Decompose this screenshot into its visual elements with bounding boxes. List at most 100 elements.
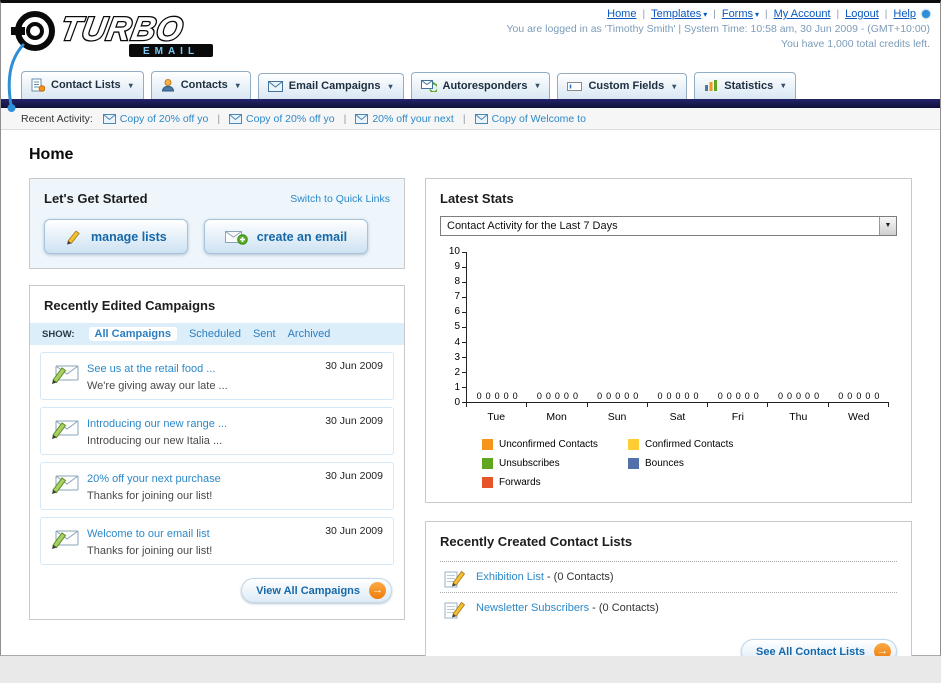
contact-lists-panel-title: Recently Created Contact Lists xyxy=(440,534,633,549)
campaign-title-link[interactable]: Introducing our new range ... xyxy=(87,418,227,430)
x-tick-label: Mon xyxy=(546,411,567,423)
y-tick-label: 3 xyxy=(440,352,466,363)
top-link-forms[interactable]: Forms ▾ xyxy=(722,8,759,20)
main-content: Home Let's Get Started Switch to Quick L… xyxy=(1,130,940,681)
recent-activity-label: Recent Activity: xyxy=(21,112,93,125)
chevron-down-icon: ▾ xyxy=(388,81,393,91)
tab-autoresponders[interactable]: Autoresponders ▾ xyxy=(410,72,551,99)
campaign-filter-bar: SHOW: All Campaigns Scheduled Sent Archived xyxy=(30,323,404,345)
app-logo[interactable]: TURBO EMAIL xyxy=(9,7,264,66)
top-link-logout[interactable]: Logout xyxy=(845,8,879,20)
show-label: SHOW: xyxy=(42,328,75,340)
tab-email-campaigns[interactable]: Email Campaigns ▾ xyxy=(257,73,404,99)
main-nav: Contact Lists ▾ Contacts ▾ Email Campaigns ▾ A… xyxy=(1,65,940,99)
legend-label: Forwards xyxy=(499,477,541,488)
bar-value-label: 0 xyxy=(744,391,750,401)
create-email-button[interactable]: create an email xyxy=(203,219,369,254)
campaign-pencil-icon xyxy=(49,361,81,385)
email-icon xyxy=(355,113,369,124)
y-tick-label: 4 xyxy=(440,337,466,348)
legend-item-unconfirmed-contacts: Unconfirmed Contacts xyxy=(482,439,628,450)
bar-value-label: 0 xyxy=(666,391,672,401)
campaign-title-link[interactable]: 20% off your next purchase xyxy=(87,473,221,485)
y-tick-label: 9 xyxy=(440,262,466,272)
recent-activity-link[interactable]: Copy of 20% off yo xyxy=(102,113,208,125)
recent-activity-link[interactable]: Copy of 20% off yo xyxy=(229,113,335,125)
tab-label: Autoresponders xyxy=(442,79,528,92)
campaign-title-link[interactable]: See us at the retail food ... xyxy=(87,363,215,375)
top-link-templates[interactable]: Templates ▾ xyxy=(651,8,707,20)
chevron-down-icon: ▼ xyxy=(879,217,896,235)
contact-list-row: Newsletter Subscribers - (0 Contacts) xyxy=(440,592,897,623)
bar-value-label: 0 xyxy=(545,391,551,401)
bar-group: 00000 xyxy=(467,252,527,402)
chevron-down-icon: ▾ xyxy=(703,10,708,19)
manage-lists-label: manage lists xyxy=(91,229,167,244)
legend-swatch xyxy=(628,439,639,450)
campaign-date: 30 Jun 2009 xyxy=(325,525,383,537)
top-link-my-account[interactable]: My Account xyxy=(774,8,831,20)
contact-list-row: Exhibition List - (0 Contacts) xyxy=(440,561,897,592)
manage-lists-button[interactable]: manage lists xyxy=(44,219,188,254)
top-link-home[interactable]: Home xyxy=(607,8,636,20)
bar-group: 00000 xyxy=(527,252,587,402)
bar-value-label: 0 xyxy=(503,391,509,401)
chevron-down-icon: ▾ xyxy=(672,81,677,91)
arrow-right-icon: → xyxy=(369,582,386,599)
top-link-help[interactable]: Help xyxy=(893,8,916,20)
custom-fields-icon xyxy=(567,81,583,92)
bar-group: 00000 xyxy=(708,252,768,402)
y-tick-label: 5 xyxy=(440,322,466,332)
filter-sent[interactable]: Sent xyxy=(253,328,276,340)
x-tick-label: Sat xyxy=(669,411,686,423)
filter-scheduled[interactable]: Scheduled xyxy=(189,328,241,340)
bar-value-label: 0 xyxy=(633,391,639,401)
tab-label: Statistics xyxy=(724,79,774,92)
campaign-title-link[interactable]: Welcome to our email list xyxy=(87,528,210,540)
y-tick-label: 7 xyxy=(440,292,466,302)
tab-custom-fields[interactable]: Custom Fields ▾ xyxy=(557,73,688,99)
bar-value-label: 0 xyxy=(494,391,500,401)
bar-value-label: 0 xyxy=(657,391,663,401)
y-tick-label: 8 xyxy=(440,277,466,287)
legend-label: Unconfirmed Contacts xyxy=(499,439,598,450)
status-dot xyxy=(922,10,930,18)
stats-panel-title: Latest Stats xyxy=(440,191,514,206)
switch-quick-links-link[interactable]: Switch to Quick Links xyxy=(290,193,390,205)
filter-all-campaigns[interactable]: All Campaigns xyxy=(88,327,177,341)
y-tick-label: 6 xyxy=(440,307,466,317)
view-all-campaigns-label: View All Campaigns xyxy=(256,584,360,597)
tab-contacts[interactable]: Contacts ▾ xyxy=(150,71,251,99)
separator: | xyxy=(462,112,466,125)
contact-list-detail: - (0 Contacts) xyxy=(589,602,659,614)
top-header: TURBO EMAIL Home | Templates ▾ | Forms ▾ | My Ac… xyxy=(1,3,940,112)
bar-value-label: 0 xyxy=(856,391,862,401)
email-campaigns-icon xyxy=(267,80,283,92)
recent-activity-link[interactable]: Copy of Welcome to xyxy=(474,112,586,125)
email-icon xyxy=(474,113,488,124)
turbo-email-logo-graphic: TURBO EMAIL xyxy=(11,10,213,57)
bar-value-label: 0 xyxy=(536,391,542,401)
tab-statistics[interactable]: Statistics ▾ xyxy=(694,72,797,99)
contact-list-link[interactable]: Newsletter Subscribers xyxy=(476,602,589,614)
separator: | xyxy=(217,112,221,125)
statistics-icon xyxy=(704,79,718,92)
recent-activity-text: 20% off your next xyxy=(372,112,454,125)
session-info: You are logged in as 'Timothy Smith' | S… xyxy=(506,23,930,35)
campaign-date: 30 Jun 2009 xyxy=(325,415,383,427)
contact-list-link[interactable]: Exhibition List xyxy=(476,571,544,583)
contact-lists-icon xyxy=(31,78,45,92)
tab-label: Contacts xyxy=(180,79,228,91)
recent-activity-link[interactable]: 20% off your next xyxy=(355,113,454,125)
chart-plot: 00000000000000000000000000000000000 xyxy=(466,252,889,403)
filter-archived[interactable]: Archived xyxy=(288,328,331,340)
bar-value-label: 0 xyxy=(805,391,811,401)
stats-range-select[interactable]: Contact Activity for the Last 7 Days ▼ xyxy=(440,216,897,236)
bar-group: 00000 xyxy=(829,252,889,402)
get-started-title: Let's Get Started xyxy=(44,191,148,206)
tab-contact-lists[interactable]: Contact Lists ▾ xyxy=(21,71,144,99)
recent-activity-text: Copy of Welcome to xyxy=(491,112,586,125)
view-all-campaigns-button[interactable]: View All Campaigns → xyxy=(241,578,392,603)
app-window: TURBO EMAIL Home | Templates ▾ | Forms ▾ | My Ac… xyxy=(0,0,941,681)
email-icon xyxy=(102,113,116,124)
